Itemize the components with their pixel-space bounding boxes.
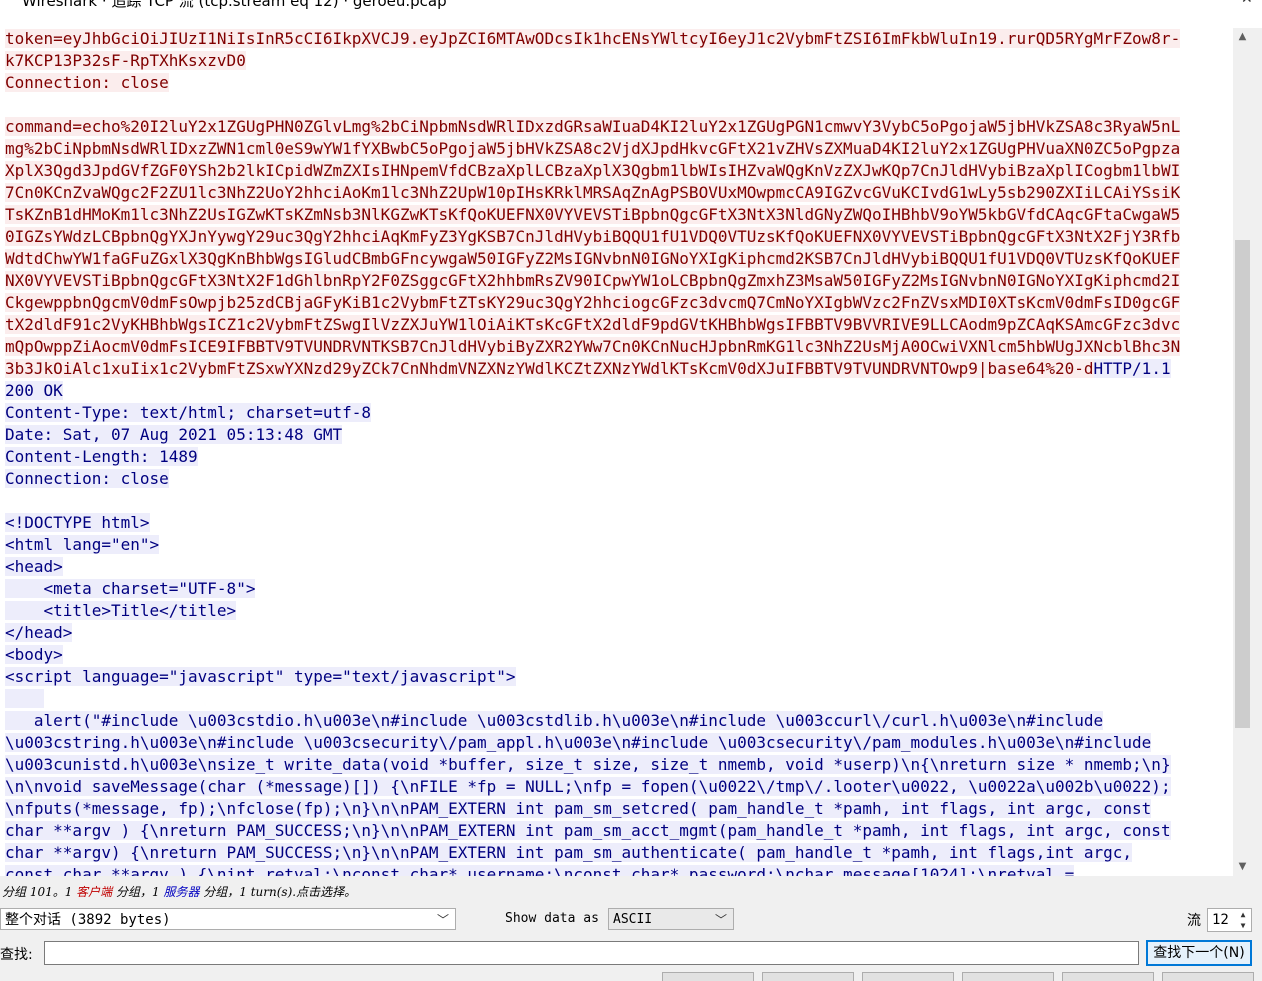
server-stream-line: <body> bbox=[5, 645, 63, 664]
bottom-button-row bbox=[0, 972, 1262, 981]
dialog-button[interactable] bbox=[1062, 972, 1154, 981]
stream-number-spinbox[interactable]: 12 ▲ ▼ bbox=[1207, 908, 1252, 932]
server-stream-line: \u003cunistd.h\u003e\nsize_t write_data(… bbox=[5, 755, 1171, 774]
client-stream-line: k7KCP13P32sF-RpTXhKsxzvD0 bbox=[5, 51, 246, 70]
server-stream-line: </head> bbox=[5, 623, 73, 642]
server-stream-line: char **argv) {\nreturn PAM_SUCCESS;\n}\n… bbox=[5, 843, 1133, 862]
server-stream-line: \u003cstring.h\u003e\n#include \u003csec… bbox=[5, 733, 1152, 752]
server-stream-line: \nfputs(*message, fp);\nfclose(fp);\n}\n… bbox=[5, 799, 1152, 818]
find-next-button[interactable]: 查找下一个(N) bbox=[1146, 940, 1252, 966]
server-stream-line: <script language="javascript" type="text… bbox=[5, 667, 516, 686]
server-stream-line: 200 OK bbox=[5, 381, 63, 400]
show-data-as-select[interactable]: ASCII ﹀ bbox=[608, 908, 734, 930]
dialog-button[interactable] bbox=[962, 972, 1054, 981]
show-data-label: Show data as bbox=[505, 911, 599, 926]
server-stream-line bbox=[0, 688, 1233, 710]
dialog-button[interactable] bbox=[762, 972, 854, 981]
client-stream-line: NX0VYVEVSTiBpbnQgcGFtX3NtX2F1dGhlbnRpY2F… bbox=[5, 271, 1181, 290]
stream-content-pane[interactable]: token=eyJhbGciOiJIUzI1NiIsInR5cCI6IkpXVC… bbox=[0, 28, 1234, 876]
stream-label: 流 bbox=[1187, 913, 1201, 929]
server-stream-line: char **argv ) {\nreturn PAM_SUCCESS;\n}\… bbox=[5, 821, 1171, 840]
server-stream-line: <meta charset="UTF-8"> bbox=[5, 579, 256, 598]
window-title: Wireshark · 追踪 TCP 流 (tcp.stream eq 12) … bbox=[22, 0, 447, 10]
find-input[interactable] bbox=[44, 941, 1139, 965]
client-stream-line: 7Cn0KCnZvaWQgc2F2ZU1lc3NhZ2UoY2hhciAoKm1… bbox=[5, 183, 1181, 202]
server-stream-line: <head> bbox=[5, 557, 63, 576]
client-stream-line: CkgewppbnQgcmV0dmFsOwpjb25zdCBjaGFyKiB1c… bbox=[5, 293, 1181, 312]
dialog-button[interactable] bbox=[662, 972, 754, 981]
client-stream-line: command=echo%20I2luY2x1ZGUgPHN0ZGlvLmg%2… bbox=[5, 117, 1181, 136]
scrollbar-thumb[interactable] bbox=[1235, 240, 1250, 728]
client-stream-line: 3b3JkOiAlc1xuIix1c2VybmFtZSxwYXNzd29yZCk… bbox=[5, 359, 1171, 378]
scroll-down-icon[interactable]: ▼ bbox=[1233, 858, 1252, 876]
client-stream-line: TsKZnB1dHMoKm1lc3NhZ2UsIGZwKTsKZmNsb3NlK… bbox=[5, 205, 1181, 224]
conversation-select[interactable]: 整个对话 (3892 bytes) ﹀ bbox=[0, 908, 456, 930]
server-stream-line: Date: Sat, 07 Aug 2021 05:13:48 GMT bbox=[5, 425, 343, 444]
client-stream-line: 0IGZsYWdzLCBpbnQgYXJnYywgY29uc3QgY2hhciA… bbox=[5, 227, 1181, 246]
close-icon[interactable]: ✕ bbox=[1241, 0, 1253, 7]
find-label: 查找: bbox=[0, 947, 33, 963]
chevron-down-icon: ﹀ bbox=[714, 913, 727, 927]
server-stream-line: <html lang="en"> bbox=[5, 535, 160, 554]
server-stream-line: Connection: close bbox=[5, 469, 169, 488]
client-stream-line: XplX3Qgd3JpdGVfZGF0YSh2b2lkICpidWZmZXIsI… bbox=[5, 161, 1181, 180]
server-stream-line: Content-Type: text/html; charset=utf-8 bbox=[5, 403, 372, 422]
client-stream-line: tX2dldF91c2VyKHBhbWgsICZ1c2VybmFtZSwgIlV… bbox=[5, 315, 1181, 334]
client-label: 客户端 bbox=[76, 885, 113, 899]
stream-status-text: 分组 101。1 客户端 分组，1 服务器 分组，1 turn(s).点击选择。 bbox=[2, 885, 357, 899]
title-bar: Wireshark · 追踪 TCP 流 (tcp.stream eq 12) … bbox=[0, 0, 1262, 28]
dialog-button[interactable] bbox=[1162, 972, 1254, 981]
server-label: 服务器 bbox=[163, 885, 200, 899]
server-stream-line: <title>Title</title> bbox=[5, 601, 237, 620]
client-stream-line: Connection: close bbox=[5, 73, 169, 92]
scroll-up-icon[interactable]: ▲ bbox=[1233, 28, 1252, 46]
client-stream-line: WdtdChwYW1faGFuZGxlX3QgKnBhbWgsIGludCBmb… bbox=[5, 249, 1181, 268]
server-stream-line: const char **argv ) {\nint retval;\ncons… bbox=[0, 864, 1233, 876]
client-stream-line: mQpOwppZiAocmV0dmFsICE9IFBBTV9TVUNDRVNTK… bbox=[5, 337, 1181, 356]
spin-up-icon[interactable]: ▲ bbox=[1237, 910, 1249, 920]
vertical-scrollbar[interactable]: ▲ ▼ bbox=[1233, 28, 1252, 876]
chevron-down-icon: ﹀ bbox=[436, 913, 449, 927]
spin-down-icon[interactable]: ▼ bbox=[1237, 921, 1249, 931]
window-edge bbox=[1252, 28, 1262, 978]
server-stream-line: <!DOCTYPE html> bbox=[5, 513, 150, 532]
client-stream-line: token=eyJhbGciOiJIUzI1NiIsInR5cCI6IkpXVC… bbox=[5, 29, 1181, 48]
server-stream-line: alert("#include \u003cstdio.h\u003e\n#in… bbox=[5, 711, 1104, 730]
server-stream-line: \n\nvoid saveMessage(char (*message)[]) … bbox=[5, 777, 1171, 796]
minimize-icon[interactable]: — bbox=[1172, 0, 1186, 7]
client-stream-line: mg%2bCiNpbmNsdWRlIDxzZWN1cml0eS9wYW1fYXB… bbox=[5, 139, 1181, 158]
dialog-button[interactable] bbox=[862, 972, 954, 981]
server-stream-line: Content-Length: 1489 bbox=[5, 447, 198, 466]
